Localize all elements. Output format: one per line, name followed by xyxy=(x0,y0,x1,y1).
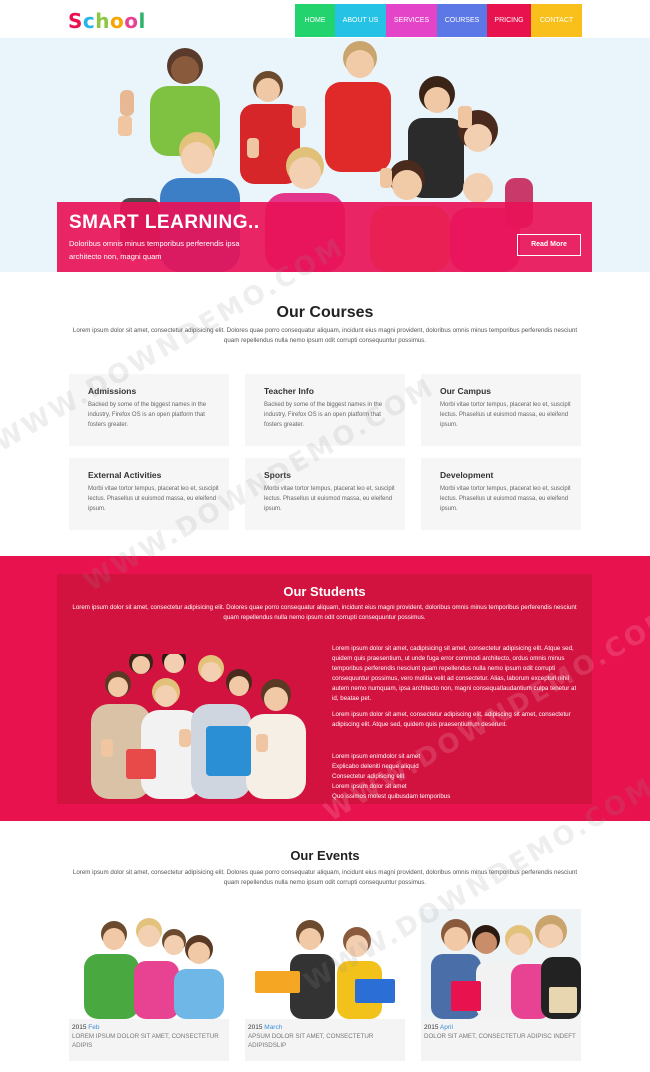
event-image-kids xyxy=(69,909,229,1019)
course-card[interactable]: External Activities Morbi vitae tortor t… xyxy=(69,458,229,530)
logo-letter: o xyxy=(124,9,139,33)
main-nav: HOME ABOUT US SERVICES COURSES PRICING CONTAC… xyxy=(295,4,582,37)
logo-letter: l xyxy=(138,9,146,33)
students-list-item: Explicabo deleniti neque aliquid xyxy=(332,763,419,770)
event-image-reading xyxy=(245,909,405,1019)
event-card[interactable]: 2015 Feb LOREM IPSUM DOLOR SIT AMET, CON… xyxy=(69,909,229,1061)
students-panel: Our Students Lorem ipsum dolor sit amet,… xyxy=(57,574,592,804)
hero-caption: SMART LEARNING.. Doloribus omnis minus t… xyxy=(57,202,592,272)
logo-letter: o xyxy=(110,9,125,33)
read-more-button[interactable]: Read More xyxy=(517,234,581,256)
logo-letter: S xyxy=(68,9,83,33)
students-paragraph-1: Lorem ipsum dolor sit amet, cadipisicing… xyxy=(332,645,577,702)
logo-letter: c xyxy=(82,9,96,33)
event-text: LOREM IPSUM DOLOR SIT AMET, CONSECTETUR … xyxy=(72,1033,219,1049)
course-card[interactable]: Sports Morbi vitae tortor tempus, placer… xyxy=(245,458,405,530)
event-footer: 2015 April DOLOR SIT AMET, CONSECTETUR A… xyxy=(421,1019,581,1061)
students-title: Our Students xyxy=(283,584,366,599)
hero-text: Doloribus omnis minus temporibus perfere… xyxy=(69,239,240,261)
nav-item-pricing[interactable]: PRICING xyxy=(487,4,531,37)
students-list-item: Quo issimos molest quibusdam temporibus xyxy=(332,793,451,800)
page: School HOME ABOUT US SERVICES COURSES PRICIN… xyxy=(0,0,650,1072)
event-footer: 2015 Feb LOREM IPSUM DOLOR SIT AMET, CON… xyxy=(69,1019,229,1061)
students-list-item: Lorem ipsum enimdolor sit amet xyxy=(332,753,421,760)
course-card[interactable]: Our Campus Morbi vitae tortor tempus, pl… xyxy=(421,374,581,446)
course-card-title: Admissions xyxy=(88,386,137,396)
students-desc: Lorem ipsum dolor sit amet, consectetur … xyxy=(72,604,577,621)
nav-item-services[interactable]: SERVICES xyxy=(386,4,437,37)
event-text: APSUM DOLOR SIT AMET, CONSECTETUR ADIPIS… xyxy=(248,1033,374,1049)
logo-letter: h xyxy=(95,9,111,33)
course-card[interactable]: Teacher Info Backed by some of the bigge… xyxy=(245,374,405,446)
course-card-title: Teacher Info xyxy=(264,386,314,396)
students-group-image xyxy=(91,654,306,799)
course-card-title: External Activities xyxy=(88,470,162,480)
event-card[interactable]: 2015 April DOLOR SIT AMET, CONSECTETUR A… xyxy=(421,909,581,1061)
course-card-title: Sports xyxy=(264,470,291,480)
course-card-text: Morbi vitae tortor tempus, placerat leo … xyxy=(440,402,571,428)
nav-item-home[interactable]: HOME xyxy=(295,4,335,37)
site-header: School HOME ABOUT US SERVICES COURSES PRICIN… xyxy=(0,0,650,38)
event-footer: 2015 March APSUM DOLOR SIT AMET, CONSECT… xyxy=(245,1019,405,1061)
events-desc: Lorem ipsum dolor sit amet, consectetur … xyxy=(72,869,578,886)
courses-desc: Lorem ipsum dolor sit amet, consectetur … xyxy=(72,327,578,344)
event-date: 2015 Feb xyxy=(72,1024,100,1031)
event-card[interactable]: 2015 March APSUM DOLOR SIT AMET, CONSECT… xyxy=(245,909,405,1061)
course-card-title: Development xyxy=(440,470,494,480)
course-card-text: Backed by some of the biggest names in t… xyxy=(88,402,207,428)
students-list-item: Lorem ipsum dolor sit amet xyxy=(332,783,407,790)
students-paragraph-2: Lorem ipsum dolor sit amet, consectetur … xyxy=(332,711,571,728)
courses-title: Our Courses xyxy=(276,304,374,321)
event-image-teens xyxy=(421,909,581,1019)
event-date: 2015 April xyxy=(424,1024,453,1031)
course-card[interactable]: Admissions Backed by some of the biggest… xyxy=(69,374,229,446)
nav-item-about-us[interactable]: ABOUT US xyxy=(335,4,386,37)
nav-item-courses[interactable]: COURSES xyxy=(437,4,487,37)
site-logo[interactable]: School xyxy=(68,9,146,33)
hero-title: SMART LEARNING.. xyxy=(69,212,260,233)
course-card-text: Morbi vitae tortor tempus, placerat leo … xyxy=(264,486,395,512)
course-card-text: Morbi vitae tortor tempus, placerat leo … xyxy=(88,486,219,512)
hero-banner: SMART LEARNING.. Doloribus omnis minus t… xyxy=(0,38,650,272)
event-text: DOLOR SIT AMET, CONSECTETUR ADIPISC INDE… xyxy=(424,1033,576,1040)
course-card-title: Our Campus xyxy=(440,386,492,396)
students-list-item: Consectetur adipiscing elit xyxy=(332,773,405,780)
course-card[interactable]: Development Morbi vitae tortor tempus, p… xyxy=(421,458,581,530)
students-list: Lorem ipsum enimdolor sit amet Explicabo … xyxy=(332,752,450,802)
course-card-text: Morbi vitae tortor tempus, placerat leo … xyxy=(440,486,571,512)
students-section: Our Students Lorem ipsum dolor sit amet,… xyxy=(0,556,650,821)
course-card-text: Backed by some of the biggest names in t… xyxy=(264,402,383,428)
nav-item-contact[interactable]: CONTACT xyxy=(531,4,582,37)
events-title: Our Events xyxy=(290,848,360,863)
event-date: 2015 March xyxy=(248,1024,283,1031)
